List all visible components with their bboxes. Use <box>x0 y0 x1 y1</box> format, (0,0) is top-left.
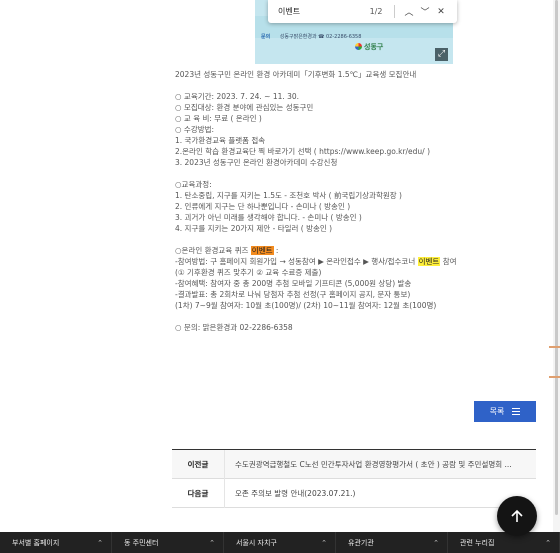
article-course-2: 2. 인류에게 지구는 단 하나뿐입니다 - 손미나 ( 방송인 ) <box>175 202 351 211</box>
article-contact: ○ 문의: 맑은환경과 02-2286-6358 <box>175 323 293 332</box>
prev-post-label: 이전글 <box>187 459 209 469</box>
article-quiz: ○온라인 환경교육 퀴즈 이벤트 : <box>175 245 535 256</box>
article-method-1: 1. 국가환경교육 플랫폼 접속 <box>175 136 266 145</box>
find-count: 1/2 <box>369 7 383 16</box>
find-input[interactable]: 이벤트 <box>268 6 356 17</box>
article-join-detail: (① 기후환경 퀴즈 맞추기 ② 교육 수료증 제출) <box>175 268 322 277</box>
footer-item-label: 서울시 자치구 <box>236 538 277 547</box>
chevron-up-icon: ⌃ <box>321 538 327 547</box>
footer-item-label: 부서별 홈페이지 <box>12 538 60 547</box>
article-body: 2023년 성동구민 온라인 환경 아카데미「기후변화 1.5℃」교육생 모집안… <box>175 69 535 333</box>
prev-next-nav: 이전글 수도권광역급행철도 C노선 민간투자사업 환경영향평가서 ( 초안 ) … <box>172 449 536 508</box>
find-divider <box>394 5 395 18</box>
footer-item-related-agencies[interactable]: 유관기관 ⌃ <box>336 532 448 553</box>
find-match-other: 이벤트 <box>417 257 441 266</box>
footer-item-label: 동 주민센터 <box>124 538 159 547</box>
article-target: ○ 모집대상: 환경 분야에 관심있는 성동구민 <box>175 103 314 112</box>
article-course-title: ○교육과정: <box>175 180 212 189</box>
join-prefix: -참여방법: 구 홈페이지 회원가입 → 성동참여 ▶ 온라인접수 ▶ 행사/접… <box>175 257 418 266</box>
footer-bar: 부서별 홈페이지 ⌃ 동 주민센터 ⌃ 서울시 자치구 ⌃ 유관기관 ⌃ 관련 … <box>0 532 560 553</box>
footer-item-seoul-districts[interactable]: 서울시 자치구 ⌃ <box>224 532 336 553</box>
article-course-3: 3. 괴거가 아닌 미래를 생각해야 합니다. - 손미나 ( 방송인 ) <box>175 213 362 222</box>
article-fee: ○ 교 육 비: 무료 ( 온라인 ) <box>175 114 262 123</box>
scrollbar-match-marker <box>549 376 560 378</box>
footer-item-label: 유관기관 <box>348 538 374 547</box>
footer-item-label: 관련 누리집 <box>460 538 495 547</box>
find-match-current: 이벤트 <box>250 246 274 255</box>
prev-post-link[interactable]: 수도권광역급행철도 C노선 민간투자사업 환경영향평가서 ( 초안 ) 공람 및… <box>225 459 525 470</box>
scrollbar-match-marker <box>549 346 560 348</box>
article-title: 2023년 성동구민 온라인 환경 아카데미「기후변화 1.5℃」교육생 모집안… <box>175 70 417 79</box>
list-button-label: 목록 <box>489 407 505 416</box>
article-method-title: ○ 수강방법: <box>175 125 215 134</box>
article-course-4: 4. 지구를 지키는 20가지 제안 - 타일러 ( 방송인 ) <box>175 224 333 233</box>
close-icon[interactable]: ✕ <box>433 7 449 17</box>
poster-sponsor-label: 문의 <box>261 34 271 40</box>
article-rounds: (1차) 7~9월 참여자: 10월 초(100명)/ (2차) 10~11월 … <box>175 301 437 310</box>
article-period: ○ 교육기간: 2023. 7. 24. ~ 11. 30. <box>175 92 300 101</box>
find-bar: 이벤트 1/2 ︿ ﹀ ✕ <box>268 0 457 23</box>
quiz-prefix: ○온라인 환경교육 퀴즈 <box>175 246 251 255</box>
article-method-2: 2.온라인 학습 환경교육단 찍 바로가기 선택 ( https://www.k… <box>175 147 431 156</box>
back-to-top-button[interactable] <box>497 496 537 536</box>
chevron-up-icon[interactable]: ︿ <box>401 5 417 18</box>
prev-post-row[interactable]: 이전글 수도권광역급행철도 C노선 민간투자사업 환경영향평가서 ( 초안 ) … <box>172 449 536 479</box>
quiz-suffix: : <box>273 246 279 255</box>
scrollbar-thumb[interactable] <box>555 0 558 515</box>
chevron-up-icon: ⌃ <box>97 538 103 547</box>
next-post-link[interactable]: 오존 주의보 발령 안내(2023.07.21.) <box>225 488 525 499</box>
chevron-down-icon[interactable]: ﹀ <box>417 5 433 18</box>
article-method-3: 3. 2023년 성동구민 온라인 환경아카데미 수강신청 <box>175 158 338 167</box>
article-course-1: 1. 탄소중립, 지구를 지키는 1.5도 - 조천호 박사 ( 前국립기상과학… <box>175 191 402 200</box>
menu-icon <box>512 408 521 415</box>
next-post-row[interactable]: 다음글 오존 주의보 발령 안내(2023.07.21.) <box>172 478 536 508</box>
article-result: -결과발표: 총 2회차로 나눠 당첨자 추첨 선정(구 홈페이지 공지, 문자… <box>175 290 411 299</box>
footer-item-community-centers[interactable]: 동 주민센터 ⌃ <box>112 532 224 553</box>
poster-sponsor: 문의 성동구맑은환경과 ☎ 02-2286-6358 <box>261 33 361 40</box>
chevron-up-icon: ⌃ <box>545 538 551 547</box>
arrow-up-icon <box>511 509 523 522</box>
join-suffix: 참여 <box>440 257 457 266</box>
article-benefit: -참여혜택: 참여자 중 총 200명 추첨 모바일 기프티콘 (5,000원 … <box>175 279 412 288</box>
chevron-up-icon: ⌃ <box>209 538 215 547</box>
footer-item-departments[interactable]: 부서별 홈페이지 ⌃ <box>0 532 112 553</box>
chevron-up-icon: ⌃ <box>433 538 439 547</box>
poster-logo: 성동구 <box>355 42 383 52</box>
poster-sponsor-text: 성동구맑은환경과 ☎ 02-2286-6358 <box>279 34 362 40</box>
list-button[interactable]: 목록 <box>474 401 536 422</box>
expand-icon[interactable]: ⤢ <box>435 48 448 61</box>
article-join: -참여방법: 구 홈페이지 회원가입 → 성동참여 ▶ 온라인접수 ▶ 행사/접… <box>175 256 535 267</box>
footer-item-related-sites[interactable]: 관련 누리집 ⌃ <box>448 532 560 553</box>
next-post-label: 다음글 <box>187 488 209 498</box>
